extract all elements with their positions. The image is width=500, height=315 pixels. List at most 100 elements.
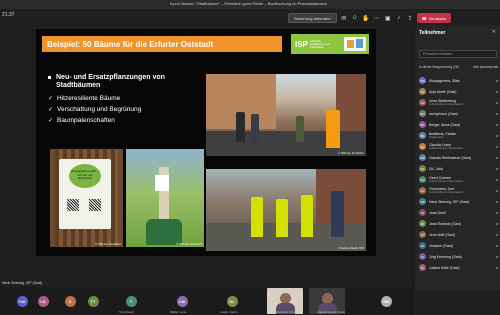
participant-name: Anja Abele (Gast) (429, 89, 457, 94)
avatar: MS (419, 77, 426, 84)
participant-row[interactable]: JW Jens Wolf (Gast) ⌀ (419, 229, 499, 240)
raise-hand-icon[interactable]: ✋ (362, 14, 370, 22)
request-control-button[interactable]: Steuerung anfordern (288, 13, 337, 23)
person-in-vest (251, 197, 263, 237)
mic-off-icon: ⌀ (495, 199, 498, 204)
participant-row[interactable]: AS Anna Stiefenberg Außerhalb der Organisa… (419, 97, 499, 108)
participant-info: Geert Coenen Außerhalb der Organisation (429, 176, 483, 184)
participant-row[interactable]: GC Geert Coenen Außerhalb der Organisation… (419, 174, 499, 185)
qr-code-icon (67, 199, 79, 211)
check-icon: ✓ (48, 118, 54, 124)
participant-role: Außerhalb der Organisation (429, 101, 464, 106)
mic-off-icon: ⌀ (495, 221, 498, 226)
chat-icon[interactable]: ✉ (340, 14, 348, 22)
participant-row[interactable]: AA Anja Abele (Gast) ⌀ (419, 86, 499, 97)
tile-name: Breitbeck, Fabian (275, 310, 299, 314)
participant-name: Claudia Weißsteiner (Gast) (429, 155, 472, 160)
participant-tile[interactable]: TT (87, 293, 99, 309)
mic-off-icon: ⌀ (495, 144, 498, 149)
participant-tile[interactable]: +16 (16, 293, 28, 309)
participant-tile[interactable]: LD (37, 293, 49, 309)
participant-info: Henk Strenzig, ISP (Gast) (429, 200, 483, 204)
mic-off-icon: ⌀ (495, 133, 498, 138)
participant-row[interactable]: DK DK, Julia ⌀ (419, 163, 499, 174)
check-text: Verschattung und Begrünung (57, 106, 142, 113)
mic-off-icon: ⌀ (495, 122, 498, 127)
mic-off-icon: ⌀ (495, 100, 498, 105)
participant-tile[interactable]: S (64, 293, 76, 309)
participant-info: Grohmann, Jörn Außerhalb der Organisation (429, 187, 483, 195)
participant-info: Juliane Kölle (Gast) (429, 266, 483, 270)
mic-icon[interactable]: ♪ (395, 14, 403, 22)
participants-panel: Teilnehmer ✕ Personen einladen In dieser… (414, 25, 500, 290)
mute-all-link[interactable]: Alle stummschalt. (473, 65, 499, 69)
meeting-timer: 21:37 (2, 12, 15, 18)
participant-tile[interactable]: LM (176, 293, 188, 309)
participant-row[interactable]: JS Jana Stuhl ⌀ (419, 207, 499, 218)
logo-image (344, 37, 366, 51)
avatar: SM (380, 295, 392, 307)
avatar: AA (419, 88, 426, 95)
participant-row[interactable]: GJ Grohmann, Jörn Außerhalb der Organisati… (419, 185, 499, 196)
invite-search-input[interactable]: Personen einladen (419, 50, 497, 58)
close-icon[interactable]: ✕ (492, 29, 496, 35)
avatar: LD (37, 295, 49, 307)
mic-off-icon: ⌀ (495, 265, 498, 270)
photo-caption: © ISP der FH Erfurt (95, 242, 121, 246)
participant-row[interactable]: JR Jana Rodnick (Gast) ⌀ (419, 218, 499, 229)
participant-row[interactable]: JA Janssen (Gast) ⌀ (419, 240, 499, 251)
avatar: S (64, 295, 76, 307)
participant-name: Janssen (Gast) (429, 243, 453, 248)
mic-off-icon: ⌀ (495, 78, 498, 83)
avatar: LM (176, 295, 188, 307)
avatar: JW (419, 231, 426, 238)
mic-off-icon: ⌀ (495, 254, 498, 259)
participant-info: Jens Wolf (Gast) (429, 233, 483, 237)
participant-row[interactable]: CL Claudia Loeck Außerhalb der Organisatio… (419, 141, 499, 152)
check-text: Hitzeresiliente Bäume (57, 95, 121, 102)
participant-tile[interactable]: T (125, 293, 137, 309)
participant-row[interactable]: HS Henk Strenzig, ISP (Gast) ⌀ (419, 196, 499, 207)
street-photo: © ISP der FH Erfurt (206, 74, 366, 156)
participant-info: Claudia Weißsteiner (Gast) (429, 156, 483, 160)
avatar: TT (87, 295, 99, 307)
building (336, 74, 366, 134)
participant-row[interactable]: BA Berger, Anna (Gast) ⌀ (419, 119, 499, 130)
participant-role: Außerhalb der Organisation (429, 145, 464, 150)
participant-name: Jana Stuhl (429, 210, 446, 215)
section-label[interactable]: In dieser Besprechung (26) (419, 65, 459, 69)
avatar: KL (226, 295, 238, 307)
meeting-controls: Steuerung anfordern ✉ ☺ ✋ ⋯ ▣ ♪ ⇧ ☎ Verl… (288, 12, 452, 24)
participant-name: Juliane Kölle (Gast) (429, 265, 460, 270)
sign-photo: Baumpatenschaft – Ich bin ein Baumpate ©… (50, 149, 123, 247)
mic-off-icon: ⌀ (495, 89, 498, 94)
share-icon[interactable]: ⇧ (406, 14, 414, 22)
camera-icon[interactable]: ▣ (384, 14, 392, 22)
participant-row[interactable]: MS Muckagemba, Silke ⌀ (419, 75, 499, 86)
participant-row[interactable]: CW Claudia Weißsteiner (Gast) ⌀ (419, 152, 499, 163)
avatar: JR (419, 220, 426, 227)
participant-row[interactable]: AN anonymous (Gast) ⌀ (419, 108, 499, 119)
avatar: AN (419, 110, 426, 117)
avatar: GC (419, 176, 426, 183)
avatar: BF (419, 132, 426, 139)
person-in-vest (326, 110, 340, 148)
teams-meeting-window: Input-Session "Stadtbäume" – Research go… (0, 0, 500, 315)
panel-title: Teilnehmer (419, 30, 446, 36)
participant-info: DK, Julia (429, 167, 483, 171)
participant-row[interactable]: JK Jörg Kronberg (Gast) ⌀ (419, 251, 499, 262)
participant-info: Anna Stiefenberg Außerhalb der Organisati… (429, 99, 483, 107)
more-icon[interactable]: ⋯ (373, 14, 381, 22)
person-in-vest (301, 195, 313, 237)
participant-info: Berger, Anna (Gast) (429, 123, 483, 127)
participant-row[interactable]: BF Breitbeck, Fabian Organisator ⌀ (419, 130, 499, 141)
avatar: BA (419, 121, 426, 128)
participant-tile[interactable]: SM (380, 293, 392, 309)
people-icon[interactable]: ☺ (351, 14, 359, 22)
participant-tile[interactable]: KL (226, 293, 238, 309)
window-title: Input-Session "Stadtbäume" – Research go… (170, 1, 327, 6)
leave-button[interactable]: ☎ Verlassen (416, 13, 452, 23)
participant-info: Jana Stuhl (429, 211, 483, 215)
participant-row[interactable]: JK Juliane Kölle (Gast) ⌀ (419, 262, 499, 273)
participant-role: Außerhalb der Organisation (429, 178, 464, 183)
